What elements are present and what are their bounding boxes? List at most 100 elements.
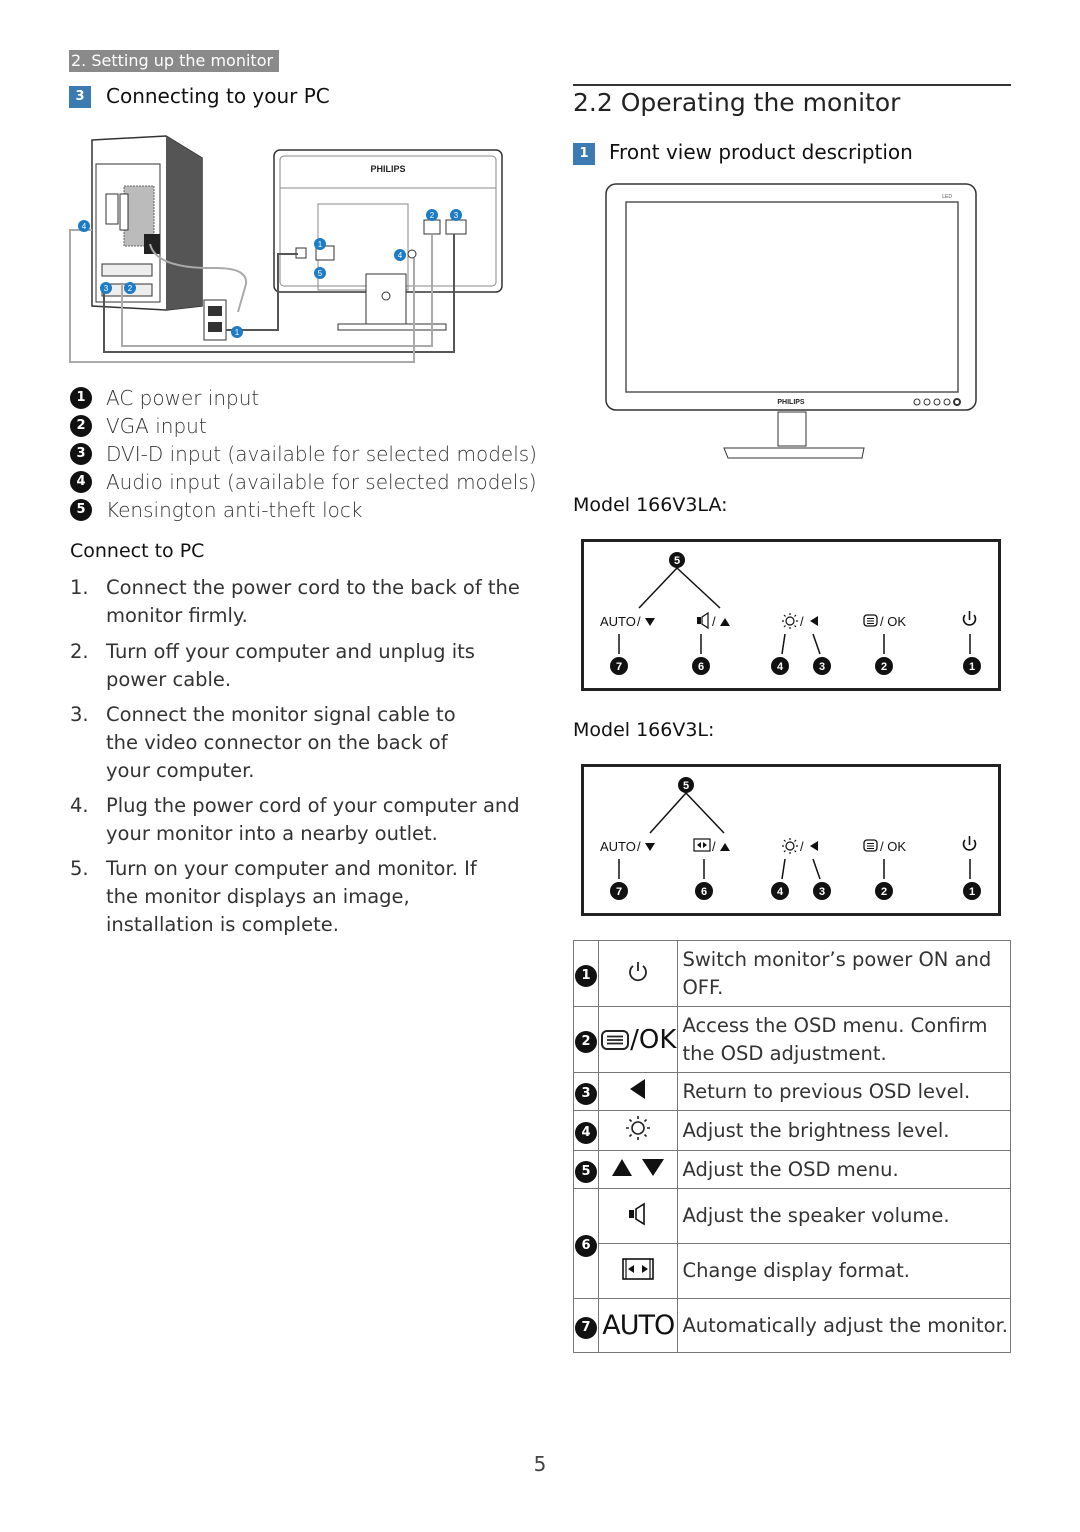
section-tag: 2. Setting up the monitor (69, 50, 280, 72)
key-description: Access the OSD menu. Confirm the OSD adj… (677, 1006, 1011, 1073)
power-icon (629, 962, 648, 982)
svg-text:3: 3 (454, 211, 459, 220)
up-arrow-icon (720, 843, 730, 851)
svg-text:4: 4 (82, 222, 87, 231)
left-arrow-icon (630, 1079, 646, 1099)
monitor-rear-brand: PHILIPS (370, 164, 405, 174)
step-item: 5. Turn on your computer and monitor. If… (70, 855, 520, 939)
svg-text:/: / (712, 614, 716, 629)
svg-text:1: 1 (969, 661, 975, 673)
led-badge: LED (942, 194, 952, 200)
key-description: Adjust the OSD menu. (677, 1150, 1011, 1189)
callout-badge: 6 (575, 1234, 598, 1257)
step-text: Connect the power cord to the back of th… (106, 576, 520, 627)
ok-button-label: / OK (880, 839, 906, 854)
svg-text:/: / (800, 839, 804, 854)
down-arrow-icon (645, 618, 655, 626)
display-format-icon (622, 1257, 655, 1280)
step-text: Turn on your computer and monitor. If th… (106, 857, 477, 936)
ok-label: /OK (630, 1024, 677, 1055)
legend-item: 4 Audio input (available for selected mo… (70, 468, 537, 496)
svg-text:4: 4 (398, 251, 403, 260)
svg-text:2: 2 (430, 211, 435, 220)
legend-item: 2 VGA input (70, 412, 207, 440)
callout-badge: 3 (575, 1082, 598, 1105)
power-icon (962, 611, 977, 626)
menu-icon (863, 839, 878, 852)
connection-diagram: PHILIPS 4 3 2 1 1 5 4 2 3 (69, 135, 503, 363)
callout-badge: 2 (70, 415, 92, 437)
legend-label: DVI-D input (available for selected mode… (106, 442, 537, 466)
step-item: 1. Connect the power cord to the back of… (70, 574, 520, 630)
key-description: Return to previous OSD level. (677, 1072, 1011, 1111)
front-monitor-illustration: LED PHILIPS (605, 183, 977, 459)
key-description: Adjust the brightness level. (677, 1110, 1011, 1151)
heading-rule (573, 84, 1011, 86)
svg-text:2: 2 (881, 886, 887, 898)
table-row: 1 Switch monitor’s power ON and OFF. (572, 940, 1011, 1007)
button-panel-166v3l: 5 AUTO / / / / OK 7 6 4 3 2 1 (581, 764, 1001, 916)
svg-text:5: 5 (674, 555, 680, 567)
legend-label: Audio input (available for selected mode… (106, 470, 537, 494)
svg-text:2: 2 (128, 284, 133, 293)
step-item: 4. Plug the power cord of your computer … (70, 792, 520, 848)
legend-item: 1 AC power input (70, 384, 259, 412)
step-number-badge: 3 (69, 86, 91, 108)
step-text: Plug the power cord of your computer and… (106, 794, 520, 845)
key-description: Change display format. (677, 1243, 1011, 1299)
step-number: 4. (70, 794, 89, 817)
callout-badge: 4 (70, 471, 92, 493)
key-function-table: 1 Switch monitor’s power ON and OFF. 2 /… (572, 940, 1011, 1353)
monitor-rear: PHILIPS (273, 149, 503, 331)
step-text: Turn off your computer and unplug its po… (106, 640, 475, 691)
step-item: 2. Turn off your computer and unplug its… (70, 638, 520, 694)
legend-item: 5 Kensington anti-theft lock (70, 496, 363, 524)
connect-to-pc-heading: Connect to PC (70, 540, 205, 562)
step-number: 5. (70, 857, 89, 880)
legend-label: VGA input (106, 414, 207, 438)
svg-text:3: 3 (819, 661, 825, 673)
table-row: Change display format. (574, 1243, 1011, 1299)
model-label: Model 166V3L: (573, 719, 715, 741)
svg-text:4: 4 (777, 886, 784, 898)
callout-badge: 2 (575, 1030, 598, 1053)
svg-text:7: 7 (616, 661, 622, 673)
operating-heading: 2.2 Operating the monitor (573, 88, 901, 117)
step-text: Connect the monitor signal cable to the … (106, 703, 456, 782)
svg-text:1: 1 (235, 328, 240, 337)
callout-badge: 1 (575, 964, 598, 987)
svg-text:/: / (712, 839, 716, 854)
key-description: Adjust the speaker volume. (677, 1188, 1011, 1244)
legend-item: 3 DVI-D input (available for selected mo… (70, 440, 537, 468)
legend-label: AC power input (106, 386, 260, 410)
up-arrow-icon (720, 618, 730, 626)
down-arrow-icon (645, 843, 655, 851)
table-row: 3 Return to previous OSD level. (572, 1072, 1011, 1111)
svg-text:3: 3 (104, 284, 109, 293)
svg-text:/: / (800, 614, 804, 629)
power-icon (962, 836, 977, 851)
svg-text:5: 5 (683, 780, 689, 792)
svg-text:4: 4 (777, 661, 784, 673)
svg-text:6: 6 (698, 661, 704, 673)
connecting-heading: Connecting to your PC (106, 84, 330, 108)
ok-button-label: / OK (880, 614, 906, 629)
table-row: 5 Adjust the OSD menu. (572, 1150, 1011, 1189)
table-row: 6 Adjust the speaker volume. (572, 1188, 1011, 1299)
speaker-icon (629, 1202, 646, 1225)
page-number: 5 (533, 1452, 547, 1476)
button-panel-diagram: 5 AUTO / / / / OK 7 6 4 3 2 1 (600, 777, 981, 900)
svg-text:1: 1 (969, 886, 975, 898)
svg-text:6: 6 (701, 886, 707, 898)
auto-icon: AUTO (602, 1310, 675, 1341)
callout-badge: 5 (70, 499, 92, 521)
key-description: Switch monitor’s power ON and OFF. (677, 940, 1011, 1007)
step-number: 2. (70, 640, 89, 663)
wall-outlet (203, 299, 227, 341)
callout-badge: 1 (70, 387, 92, 409)
button-panel-166v3la: 5 AUTO / / / / OK 7 6 4 3 2 1 (581, 539, 1001, 691)
brightness-icon (782, 613, 798, 629)
auto-button-label: AUTO (600, 839, 636, 854)
callout-badge: 7 (575, 1316, 598, 1339)
brightness-icon (782, 838, 798, 854)
